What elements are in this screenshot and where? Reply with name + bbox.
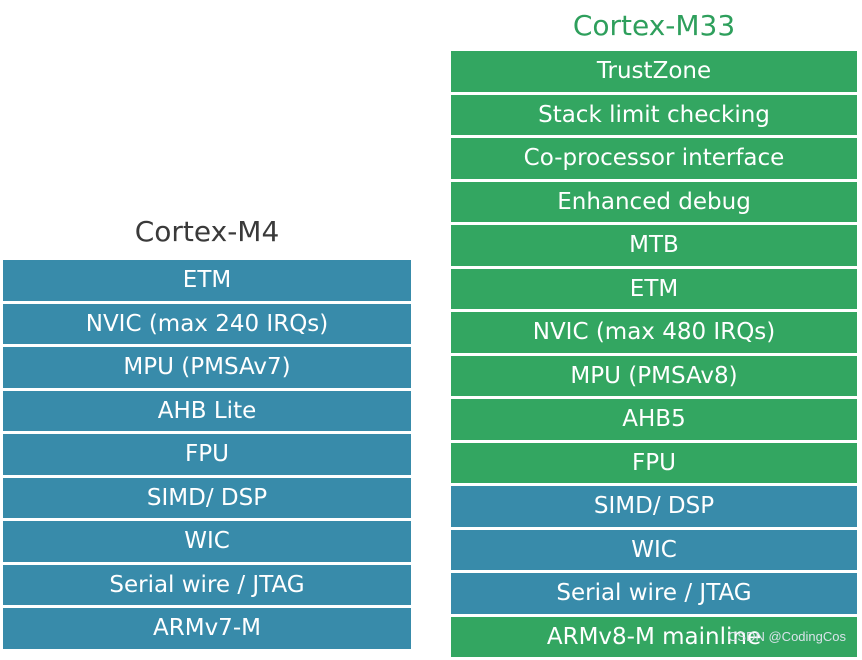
- m33-feature-block: ETM: [451, 268, 857, 309]
- m4-feature-block: AHB Lite: [3, 390, 411, 431]
- m33-feature-block: NVIC (max 480 IRQs): [451, 312, 857, 353]
- m33-feature-block: FPU: [451, 442, 857, 483]
- m33-feature-block: Co-processor interface: [451, 138, 857, 179]
- m4-feature-block: FPU: [3, 434, 411, 475]
- m33-feature-block: AHB5: [451, 399, 857, 440]
- m4-feature-block: Serial wire / JTAG: [3, 564, 411, 605]
- m33-feature-block: MPU (PMSAv8): [451, 355, 857, 396]
- m33-feature-block: MTB: [451, 225, 857, 266]
- cortex-m33-title: Cortex-M33: [572, 9, 736, 42]
- m33-feature-block: TrustZone: [451, 51, 857, 92]
- m33-feature-block: WIC: [451, 529, 857, 570]
- cortex-m33-column: Cortex-M33 TrustZone Stack limit checking…: [451, 6, 857, 660]
- m4-feature-block: NVIC (max 240 IRQs): [3, 303, 411, 344]
- m33-feature-block: Stack limit checking: [451, 94, 857, 135]
- m4-feature-block: MPU (PMSAv7): [3, 347, 411, 388]
- m4-feature-block: SIMD/ DSP: [3, 477, 411, 518]
- m33-feature-block: Enhanced debug: [451, 181, 857, 222]
- m33-feature-block: Serial wire / JTAG: [451, 573, 857, 614]
- watermark: CSDN @CodingCos: [728, 629, 846, 644]
- cortex-m33-feature-stack: TrustZone Stack limit checking Co-processo…: [451, 51, 857, 657]
- m33-feature-block: SIMD/ DSP: [451, 486, 857, 527]
- cortex-m4-feature-stack: ETM NVIC (max 240 IRQs) MPU (PMSAv7) AHB Li…: [3, 260, 411, 649]
- m4-feature-block: ARMv7-M: [3, 608, 411, 649]
- cortex-m4-column: Cortex-M4 ETM NVIC (max 240 IRQs) MPU (PMS…: [3, 207, 411, 652]
- m4-feature-block: WIC: [3, 521, 411, 562]
- cortex-m4-title: Cortex-M4: [134, 215, 280, 248]
- m4-feature-block: ETM: [3, 260, 411, 301]
